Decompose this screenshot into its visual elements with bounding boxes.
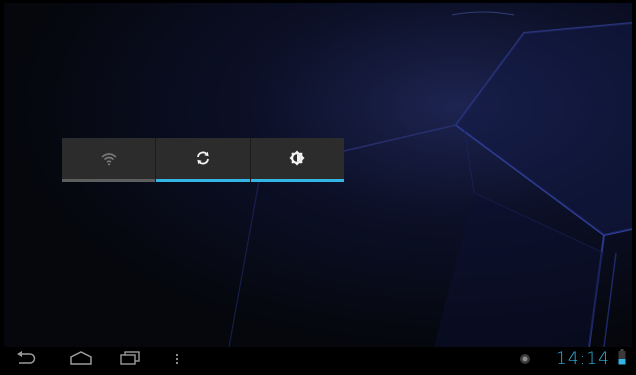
wifi-state-indicator [62, 179, 156, 182]
back-button[interactable] [12, 347, 40, 371]
notification-button[interactable] [517, 347, 533, 371]
battery-indicator[interactable] [616, 347, 628, 371]
wifi-icon [101, 151, 117, 170]
battery-icon [618, 349, 626, 369]
sync-state-indicator [156, 179, 250, 182]
device-display: 14:14 [4, 3, 632, 371]
menu-button[interactable] [170, 347, 184, 371]
recent-apps-button[interactable] [116, 347, 144, 371]
menu-dots-icon [175, 350, 179, 369]
sync-toggle-button[interactable] [156, 138, 251, 182]
recent-apps-icon [119, 350, 141, 369]
status-clock[interactable]: 14:14 [556, 349, 610, 369]
brightness-toggle-button[interactable] [250, 138, 344, 182]
notification-icon [519, 350, 531, 369]
wifi-toggle-button[interactable] [62, 138, 157, 182]
android-screen: 14:14 [0, 0, 636, 375]
home-icon [69, 350, 93, 369]
power-control-widget [62, 138, 344, 182]
system-bar: 14:14 [4, 347, 632, 371]
brightness-state-indicator [250, 179, 344, 182]
sync-icon [195, 150, 211, 170]
back-icon [15, 350, 37, 369]
home-button[interactable] [66, 347, 96, 371]
brightness-icon [289, 150, 305, 170]
